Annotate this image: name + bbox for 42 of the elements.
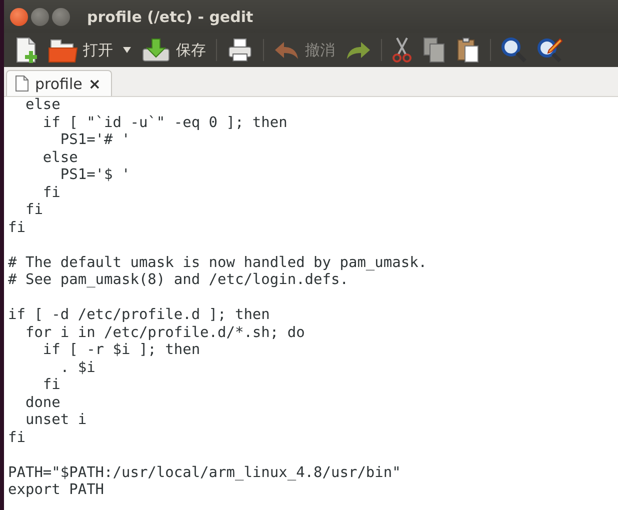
- close-icon[interactable]: [10, 8, 28, 26]
- code-line: done: [24, 394, 62, 412]
- code-line: if [ -r $i ]; then: [42, 342, 202, 360]
- find-replace-icon: [537, 37, 563, 63]
- tab[interactable]: profile ×: [6, 70, 112, 96]
- copy-icon: [422, 37, 446, 63]
- code-line: # The default umask is now handled by pam_umask.: [8, 254, 428, 272]
- code-line: export PATH: [8, 482, 106, 500]
- window-title: profile (/etc) - gedit: [87, 8, 254, 26]
- save-button[interactable]: 保存: [137, 35, 210, 65]
- close-button[interactable]: ×: [88, 74, 101, 92]
- code-line: fi: [42, 184, 62, 202]
- document-icon: [15, 75, 29, 92]
- code-line: if [ "`id -u`" -eq 0 ]; then: [42, 114, 288, 132]
- code-line: # See pam_umask(8) and /etc/login.defs.: [8, 272, 350, 290]
- code-line: PS1='$ ': [59, 167, 132, 184]
- printer-icon: [227, 37, 253, 63]
- minimize-icon[interactable]: [31, 8, 49, 26]
- code-line: fi: [8, 220, 26, 237]
- clipboard-icon: [456, 37, 480, 63]
- code-line: PS1='# ': [59, 132, 132, 150]
- code-line: else: [42, 150, 79, 167]
- code-line: if [ -d /etc/profile.d ]; then: [8, 307, 271, 324]
- maximize-icon[interactable]: [52, 8, 70, 26]
- search-icon: [501, 37, 527, 63]
- code-line: else: [24, 97, 62, 114]
- open-button[interactable]: 打开: [44, 35, 117, 65]
- drive-download-icon: [141, 37, 171, 63]
- caret-icon: [123, 47, 131, 53]
- tab-label: profile: [35, 74, 82, 92]
- code-line: fi: [42, 377, 62, 394]
- code-line: fi: [8, 430, 26, 447]
- scissors-icon: [392, 37, 412, 63]
- redo-arrow-icon: [345, 40, 371, 60]
- undo-arrow-icon: [274, 40, 300, 60]
- folder-icon: [48, 37, 78, 63]
- code-line: for i in /etc/profile.d/*.sh; do: [24, 324, 306, 342]
- new-document-icon: [14, 37, 38, 63]
- code-line: PATH="$PATH:/usr/local/arm_linux_4.8/usr/bin": [8, 464, 402, 482]
- code-line: . $i: [59, 360, 96, 377]
- code-line: unset i: [24, 412, 88, 430]
- code-line: fi: [24, 202, 44, 220]
